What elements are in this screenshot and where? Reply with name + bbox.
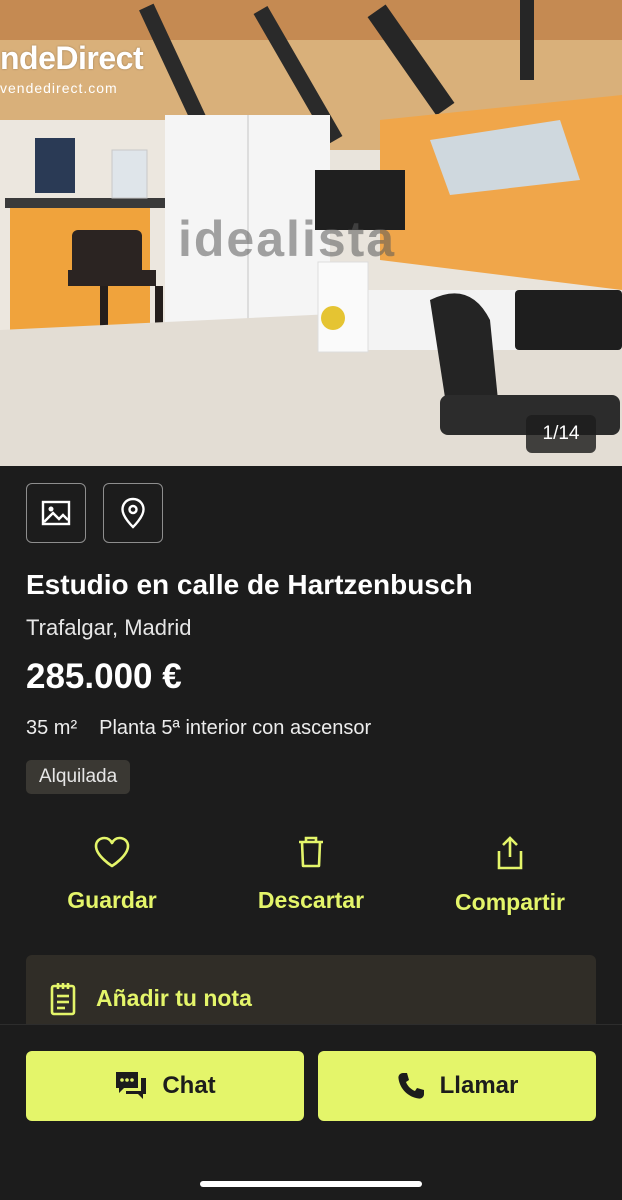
- home-indicator[interactable]: [200, 1181, 422, 1187]
- save-label: Guardar: [67, 887, 157, 913]
- discard-label: Descartar: [257, 887, 365, 913]
- photo-counter: 1/14: [526, 415, 596, 453]
- chat-label: Chat: [162, 1072, 216, 1099]
- heart-icon: [94, 836, 130, 868]
- trash-icon: [299, 836, 323, 868]
- listing-details: 35 m² Planta 5ª interior con ascensor: [26, 717, 371, 740]
- share-label: Compartir: [455, 889, 565, 915]
- save-button[interactable]: Guardar: [22, 835, 202, 914]
- photo-brand-url: vendedirect.com: [0, 80, 118, 96]
- notepad-icon: [50, 983, 76, 1016]
- listing-size: 35 m²: [26, 717, 78, 739]
- listing-location: Trafalgar, Madrid: [26, 615, 192, 640]
- discard-button[interactable]: Descartar: [221, 835, 401, 914]
- add-note-label: Añadir tu nota: [96, 985, 252, 1011]
- listing-floor: Planta 5ª interior con ascensor: [99, 717, 372, 739]
- listing-screen: ndeDirect vendedirect.com idealista 1/14…: [0, 0, 622, 1200]
- status-badge: Alquilada: [26, 760, 131, 794]
- call-label: Llamar: [439, 1072, 519, 1099]
- photo-watermark: idealista: [178, 211, 397, 267]
- photo-brand-logo: ndeDirect: [0, 40, 144, 76]
- photos-button[interactable]: [26, 483, 86, 543]
- listing-price: 285.000 €: [26, 657, 182, 696]
- listing-photo[interactable]: ndeDirect vendedirect.com idealista 1/14: [0, 0, 622, 466]
- phone-icon: [398, 1073, 424, 1099]
- listing-actions: Guardar Descartar Compartir: [0, 835, 622, 935]
- share-icon: [497, 836, 523, 870]
- map-pin-icon: [121, 497, 145, 529]
- image-icon: [41, 500, 71, 526]
- map-button[interactable]: [103, 483, 163, 543]
- listing-title: Estudio en calle de Hartzenbusch: [26, 569, 473, 600]
- bottom-action-bar: Chat Llamar: [0, 1024, 622, 1200]
- call-button[interactable]: Llamar: [318, 1051, 596, 1121]
- chat-button[interactable]: Chat: [26, 1051, 304, 1121]
- chat-icon: [116, 1072, 147, 1099]
- share-button[interactable]: Compartir: [420, 835, 600, 916]
